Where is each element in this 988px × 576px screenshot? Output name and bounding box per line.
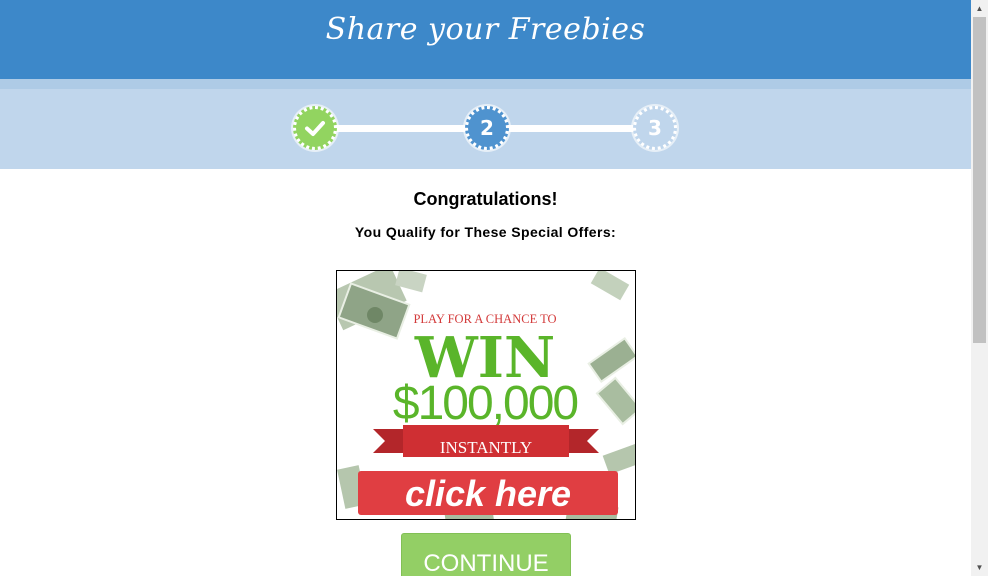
- site-title: Share your Freebies: [325, 12, 646, 47]
- banknote-image: [337, 271, 427, 340]
- ad-ribbon-text: INSTANTLY: [440, 438, 532, 457]
- checkmark-icon: [305, 121, 325, 136]
- ad-cta-label: click here: [405, 473, 571, 514]
- offer-banner-ad[interactable]: PLAY FOR A CHANCE TO WIN $100,000 INSTAN…: [336, 270, 636, 520]
- page: Share your Freebies 2 3 Congratulations!…: [0, 0, 971, 576]
- step-number: 3: [648, 116, 662, 140]
- scroll-down-arrow-icon[interactable]: ▼: [971, 559, 988, 576]
- congratulations-heading: Congratulations!: [413, 189, 558, 209]
- scroll-up-arrow-icon[interactable]: ▲: [971, 0, 988, 17]
- site-header: Share your Freebies: [0, 0, 971, 79]
- step-number: 2: [480, 116, 494, 140]
- scrollbar-thumb[interactable]: [973, 17, 986, 343]
- continue-button[interactable]: CONTINUE: [401, 533, 571, 576]
- offers-subheading: You Qualify for These Special Offers:: [354, 224, 617, 240]
- step-3-upcoming: 3: [633, 106, 677, 150]
- step-2-current: 2: [465, 106, 509, 150]
- step-1-complete: [293, 106, 337, 150]
- ad-tagline: PLAY FOR A CHANCE TO: [413, 312, 556, 326]
- ad-prize-amount: $100,000: [393, 377, 578, 430]
- step-connector: [335, 125, 468, 132]
- vertical-scrollbar[interactable]: ▲ ▼: [971, 0, 988, 576]
- step-connector: [507, 125, 637, 132]
